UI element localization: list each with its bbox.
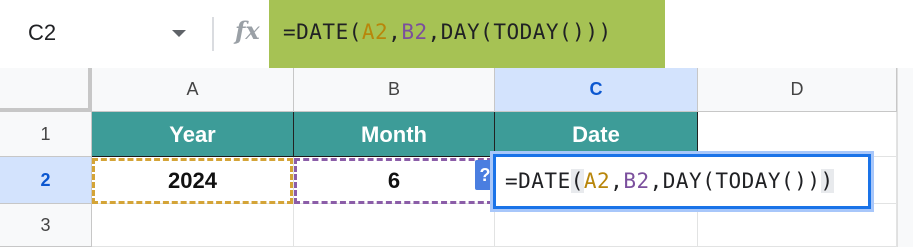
cell-a1[interactable]: Year <box>92 112 294 157</box>
editor-middle: ,DAY(TODAY()) <box>649 169 821 193</box>
formula-help-button[interactable]: ? <box>475 160 495 190</box>
cell-d3[interactable] <box>698 204 897 247</box>
editor-ref-a2: A2 <box>583 169 611 193</box>
row-header-1[interactable]: 1 <box>0 112 92 157</box>
formula-comma: , <box>388 20 402 44</box>
column-header-b[interactable]: B <box>294 68 495 112</box>
formula-input[interactable]: =DATE(A2,B2,DAY(TODAY())) <box>269 0 665 68</box>
formula-bar-row: C2 fx =DATE(A2,B2,DAY(TODAY())) <box>0 0 913 69</box>
editor-comma: , <box>610 169 624 193</box>
formula-ref-a2: A2 <box>361 20 389 44</box>
editor-ref-b2: B2 <box>623 169 650 193</box>
cell-c3[interactable] <box>495 204 698 247</box>
row-header-2[interactable]: 2 <box>0 157 92 204</box>
chevron-down-icon[interactable] <box>172 30 186 37</box>
editor-open-paren: ( <box>570 169 584 193</box>
cell-a3[interactable] <box>92 204 294 247</box>
cell-c1[interactable]: Date <box>495 112 698 157</box>
fx-icon: fx <box>235 16 260 45</box>
vertical-scrollbar[interactable] <box>897 68 913 247</box>
cell-b1[interactable]: Month <box>294 112 495 157</box>
column-header-d[interactable]: D <box>698 68 897 112</box>
name-box-cell-ref: C2 <box>28 20 57 45</box>
reference-highlight-b2 <box>294 158 493 204</box>
cell-editor-text: =DATE(A2,B2,DAY(TODAY())) <box>505 169 834 193</box>
formula-ref-b2: B2 <box>401 20 428 44</box>
cell-editor[interactable]: =DATE(A2,B2,DAY(TODAY())) <box>493 154 871 209</box>
cell-d1[interactable] <box>698 112 897 157</box>
column-header-c[interactable]: C <box>495 68 698 112</box>
editor-prefix: =DATE <box>505 169 571 193</box>
formula-prefix: =DATE( <box>283 20 362 44</box>
name-box[interactable]: C2 <box>0 0 205 68</box>
column-header-a[interactable]: A <box>92 68 294 112</box>
formula-suffix: ,DAY(TODAY())) <box>427 20 612 44</box>
cell-b3[interactable] <box>294 204 495 247</box>
reference-highlight-a2 <box>92 158 293 204</box>
formula-bar-divider <box>212 17 214 51</box>
row-header-3[interactable]: 3 <box>0 204 92 247</box>
formula-text: =DATE(A2,B2,DAY(TODAY())) <box>283 20 612 44</box>
select-all-corner[interactable] <box>0 68 92 112</box>
editor-close-paren: ) <box>820 169 834 193</box>
